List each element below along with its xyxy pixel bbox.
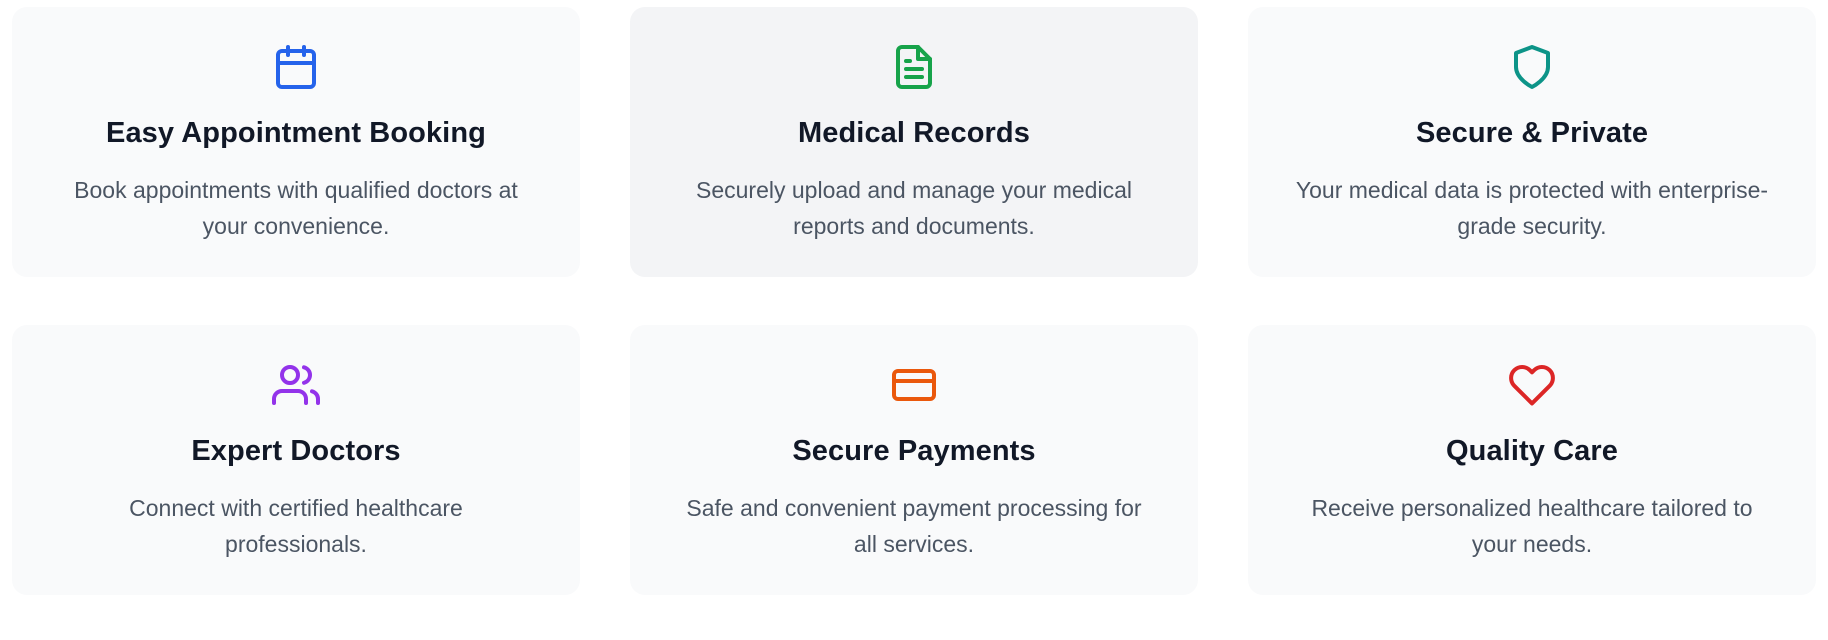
feature-title: Medical Records xyxy=(798,117,1030,149)
feature-title: Secure & Private xyxy=(1415,117,1649,149)
feature-title: Secure Payments xyxy=(792,435,1036,467)
feature-title: Easy Appointment Booking xyxy=(106,117,486,149)
credit-card-icon xyxy=(890,361,938,409)
feature-title: Expert Doctors xyxy=(191,435,401,467)
feature-card-secure-payments[interactable]: Secure Payments Safe and convenient paym… xyxy=(630,325,1198,595)
users-icon xyxy=(272,361,320,409)
feature-title: Quality Care xyxy=(1445,435,1619,467)
feature-description: Your medical data is protected with ente… xyxy=(1295,177,1769,239)
features-grid: Easy Appointment Booking Book appointmen… xyxy=(0,0,1828,640)
feature-card-secure-private[interactable]: Secure & Private Your medical data is pr… xyxy=(1248,7,1816,277)
feature-description: Book appointments with qualified doctors… xyxy=(74,177,518,239)
feature-card-appointment-booking[interactable]: Easy Appointment Booking Book appointmen… xyxy=(12,7,580,277)
shield-icon xyxy=(1508,43,1556,91)
feature-description: Safe and convenient payment processing f… xyxy=(686,495,1142,557)
heart-icon xyxy=(1508,361,1556,409)
calendar-icon xyxy=(272,43,320,91)
feature-card-medical-records[interactable]: Medical Records Securely upload and mana… xyxy=(630,7,1198,277)
feature-description: Receive personalized healthcare tailored… xyxy=(1311,495,1753,557)
feature-description: Securely upload and manage your medical … xyxy=(696,177,1132,239)
document-icon xyxy=(890,43,938,91)
feature-description: Connect with certified healthcare profes… xyxy=(129,495,463,557)
feature-card-quality-care[interactable]: Quality Care Receive personalized health… xyxy=(1248,325,1816,595)
feature-card-expert-doctors[interactable]: Expert Doctors Connect with certified he… xyxy=(12,325,580,595)
